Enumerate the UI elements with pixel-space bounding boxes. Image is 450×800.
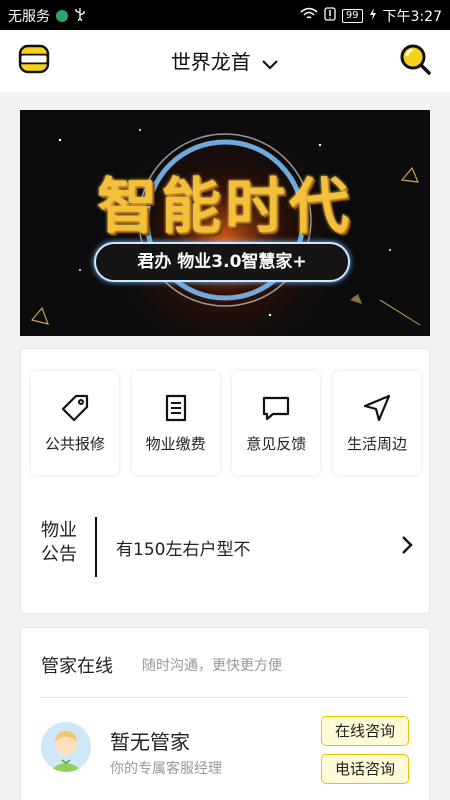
butler-role: 你的专属客服经理 <box>110 761 222 777</box>
service-property-fee[interactable]: 物业缴费 <box>131 371 220 475</box>
service-label: 公共报修 <box>44 435 105 453</box>
tag-icon <box>61 394 89 422</box>
chevron-right-icon <box>401 535 413 559</box>
status-right: 99 下午3:27 <box>300 6 442 26</box>
property-notice[interactable]: 物业公告 有150左右户型不 <box>21 499 431 589</box>
status-left: 无服务 <box>8 6 86 26</box>
status-bar: 无服务 99 下午3:27 <box>0 0 450 30</box>
wifi-icon <box>300 7 318 25</box>
community-name: 世界龙首 <box>170 50 251 74</box>
butler-name: 暂无管家 <box>110 730 190 754</box>
banner-title: 智能时代 <box>97 172 353 242</box>
service-grid: 公共报修 物业缴费 意见反馈 生活周边 <box>31 371 421 475</box>
service-nearby[interactable]: 生活周边 <box>332 371 421 475</box>
promo-banner[interactable]: 智能时代 君办 物业3.0智慧家+ <box>20 110 430 336</box>
service-label: 生活周边 <box>346 435 407 453</box>
alert-icon <box>324 7 336 25</box>
banner-subtitle: 君办 物业3.0智慧家+ <box>94 242 350 282</box>
butler-online-card: 管家在线 随时沟通，更快更方便 暂无管家 你的专属客服经理 在线咨询 电话咨询 <box>20 627 430 800</box>
chat-icon <box>263 396 290 421</box>
navigation-icon <box>363 394 391 422</box>
chevron-down-icon <box>261 52 279 76</box>
usb-icon <box>74 7 86 25</box>
battery-indicator: 99 <box>341 9 363 23</box>
notice-divider <box>95 517 97 577</box>
services-card: 公共报修 物业缴费 意见反馈 生活周边 物业公告 有150左右户型不 <box>20 348 430 614</box>
service-label: 意见反馈 <box>246 435 307 453</box>
notice-text: 有150左右户型不 <box>116 540 251 560</box>
butler-section-title: 管家在线 <box>41 656 113 677</box>
community-selector[interactable]: 世界龙首 <box>0 46 450 76</box>
divider <box>41 697 409 698</box>
service-feedback[interactable]: 意见反馈 <box>232 371 321 475</box>
charging-icon <box>369 8 377 24</box>
notice-title: 物业公告 <box>41 520 77 565</box>
service-label: 物业缴费 <box>145 435 206 453</box>
online-consult-button[interactable]: 在线咨询 <box>321 716 409 746</box>
document-icon <box>165 394 186 422</box>
app-header: 世界龙首 <box>0 30 450 92</box>
carrier-text: 无服务 <box>8 9 50 25</box>
avatar <box>41 722 91 772</box>
network-icon <box>56 10 68 22</box>
clock: 下午3:27 <box>382 9 442 25</box>
butler-section-subtitle: 随时沟通，更快更方便 <box>142 658 282 674</box>
phone-consult-button[interactable]: 电话咨询 <box>321 754 409 784</box>
search-icon[interactable] <box>398 42 432 76</box>
service-public-repair[interactable]: 公共报修 <box>31 371 119 475</box>
